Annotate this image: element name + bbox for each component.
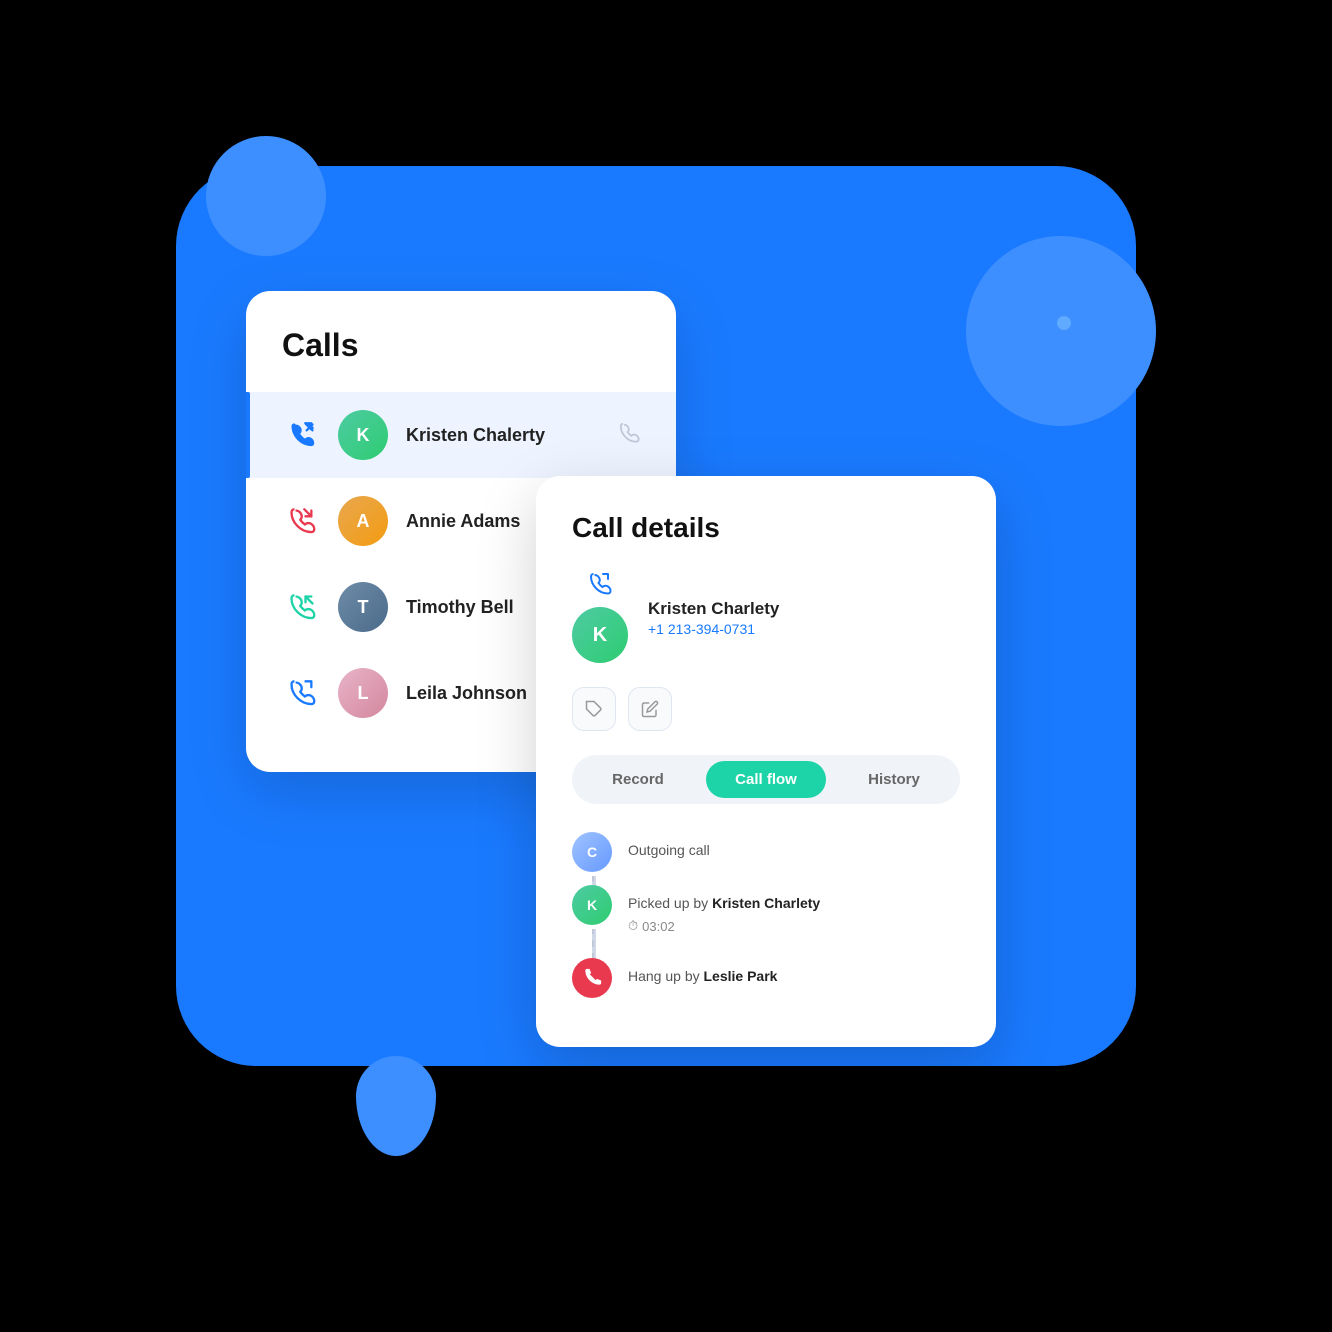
deco-teardrop [356,1056,436,1156]
timeline: C Outgoing call K Picked up by Kristen C… [572,832,960,1011]
details-avatar-kristen: K [572,607,628,663]
call-type-icon-timothy [282,587,322,627]
avatar-kristen: K [338,410,388,460]
timeline-content-pickup: Picked up by Kristen Charlety ⏱ 03:02 [628,885,820,958]
outgoing-call-icon [588,572,612,601]
timeline-item-hangup: Hang up by Leslie Park [572,958,960,1011]
details-title: Call details [572,512,960,544]
avatar-leila: L [338,668,388,718]
timeline-text-hangup: Hang up by Leslie Park [628,966,777,987]
timeline-avatar-caller: C [572,832,612,872]
details-avatar-wrap: K [572,572,628,663]
timeline-item-pickup: K Picked up by Kristen Charlety ⏱ 03:02 [572,885,960,958]
details-card: Call details K Kristen Charlety +1 213-3… [536,476,996,1047]
timeline-content-outgoing: Outgoing call [628,832,710,885]
timeline-avatar-hangup [572,958,612,998]
tab-bar: Record Call flow History [572,755,960,804]
timeline-item-outgoing: C Outgoing call [572,832,960,885]
timeline-avatar-pickup: K [572,885,612,925]
duration-icon: ⏱ [628,918,638,934]
tab-call-flow[interactable]: Call flow [706,761,826,798]
timeline-text-outgoing: Outgoing call [628,840,710,861]
call-item-kristen[interactable]: K Kristen Chalerty [246,392,676,478]
call-type-icon-kristen [282,415,322,455]
call-type-icon-leila [282,673,322,713]
timeline-content-hangup: Hang up by Leslie Park [628,958,777,1011]
tab-history[interactable]: History [834,761,954,798]
tag-button[interactable] [572,687,616,731]
scene: Calls K Kristen Chalerty [116,116,1216,1216]
avatar-annie: A [338,496,388,546]
timeline-duration: ⏱ 03:02 [628,918,820,934]
call-name-kristen: Kristen Chalerty [406,425,618,446]
action-buttons [572,687,960,731]
details-contact: K Kristen Charlety +1 213-394-0731 [572,572,960,663]
deco-circle-topright [966,236,1156,426]
call-type-icon-annie [282,501,322,541]
details-contact-name: Kristen Charlety [648,599,779,619]
avatar-timothy: T [338,582,388,632]
deco-dot [1057,316,1071,330]
details-contact-phone: +1 213-394-0731 [648,621,779,637]
timeline-text-pickup: Picked up by Kristen Charlety [628,893,820,914]
tab-record[interactable]: Record [578,761,698,798]
phone-icon-kristen [618,422,640,449]
calls-title: Calls [246,327,676,392]
edit-button[interactable] [628,687,672,731]
deco-circle-topleft [206,136,326,256]
